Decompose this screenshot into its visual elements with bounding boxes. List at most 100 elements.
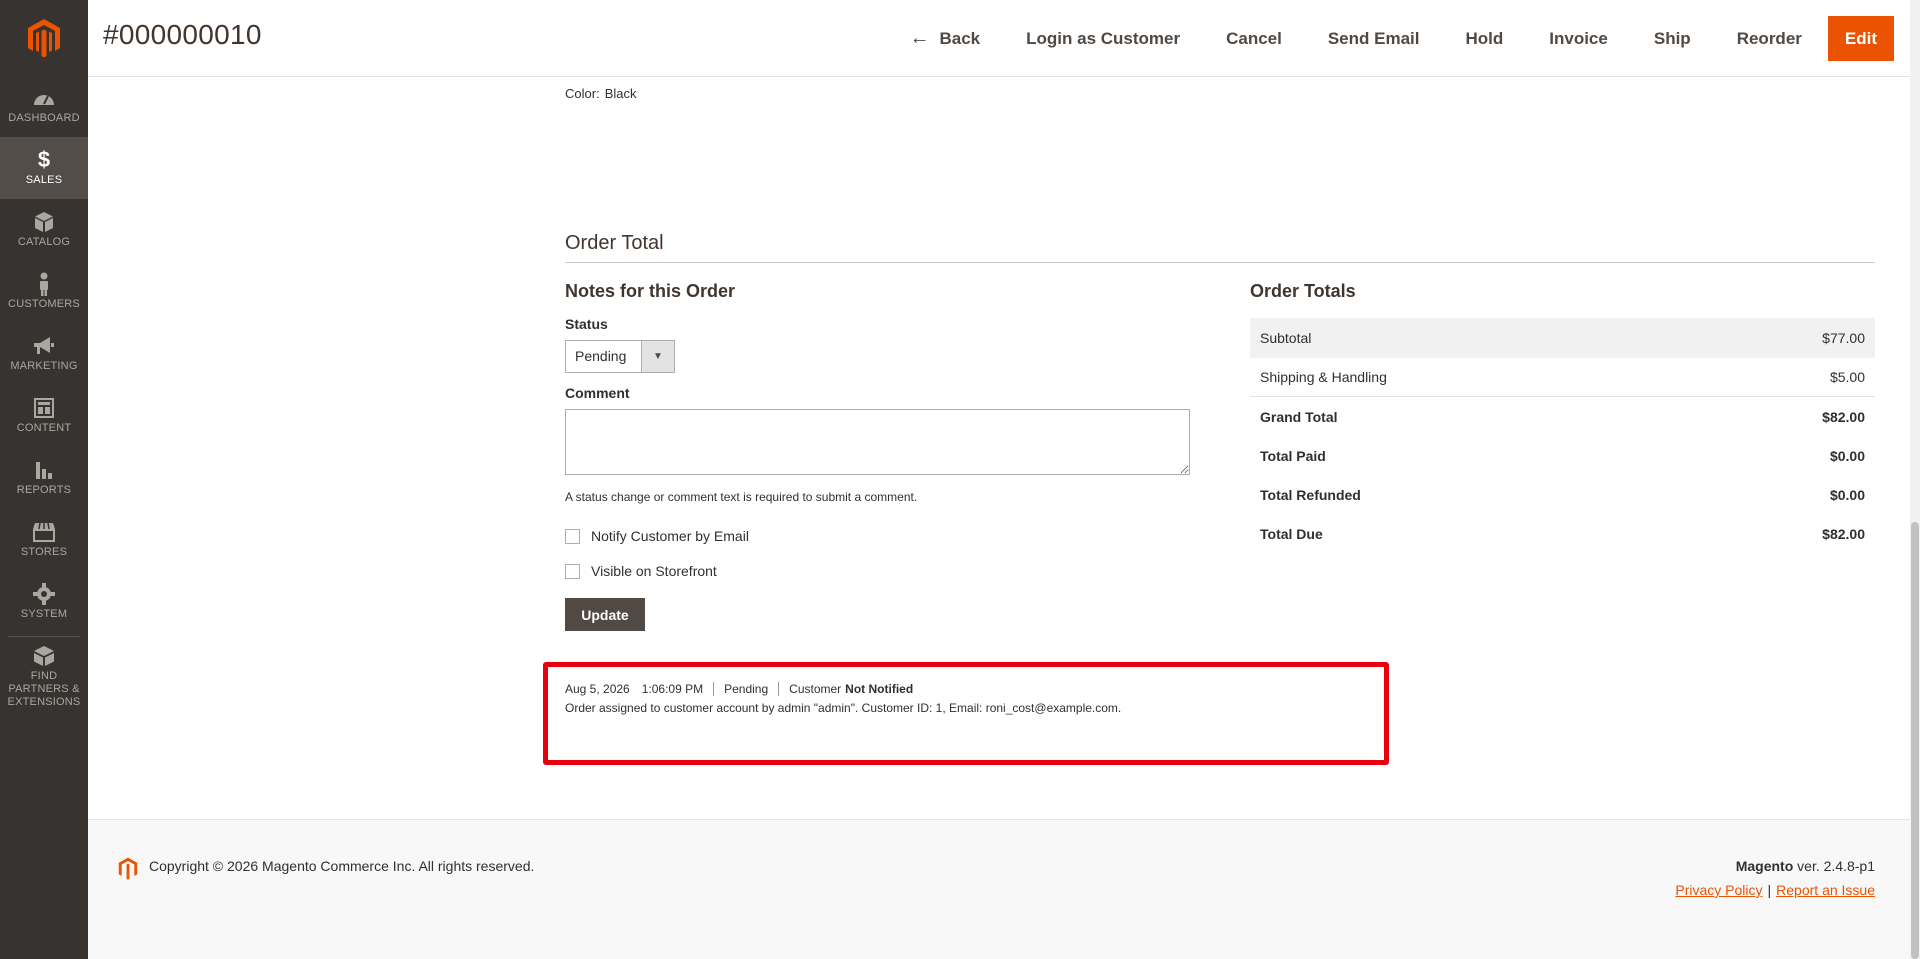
history-time: 1:06:09 PM (641, 682, 704, 696)
history-date: Aug 5, 2026 (565, 682, 630, 696)
version-brand: Magento (1735, 858, 1794, 874)
page-footer: Copyright © 2026 Magento Commerce Inc. A… (88, 819, 1910, 959)
footer-links: Privacy Policy | Report an Issue (1675, 882, 1875, 898)
sidebar-item-system[interactable]: SYSTEM (0, 571, 88, 633)
visible-on-storefront-row: Visible on Storefront (565, 563, 717, 579)
history-entry-meta: Aug 5, 2026 1:06:09 PM Pending Customer … (565, 682, 913, 696)
page-scrollbar[interactable] (1910, 0, 1920, 959)
magento-version: Magento ver. 2.4.8-p1 (1736, 858, 1875, 874)
login-as-customer-button[interactable]: Login as Customer (1003, 16, 1203, 61)
totals-row-value: $0.00 (1829, 447, 1865, 464)
cancel-button[interactable]: Cancel (1203, 16, 1305, 61)
box-icon (34, 211, 54, 233)
magento-logo-icon[interactable] (0, 0, 88, 75)
totals-row-label: Subtotal (1260, 330, 1312, 346)
footer-separator: | (1767, 882, 1772, 898)
totals-row-value: $82.00 (1822, 408, 1865, 425)
admin-sidebar: DASHBOARD $ SALES CATALOG CUSTOMERS MARK… (0, 0, 88, 959)
totals-row-label: Grand Total (1260, 408, 1338, 425)
magento-footer-logo-icon (118, 857, 138, 885)
dollar-icon: $ (37, 147, 51, 172)
storefront-icon (32, 521, 56, 543)
edit-button[interactable]: Edit (1827, 16, 1894, 61)
page-actions-toolbar: ← Back Login as Customer Cancel Send Emai… (886, 16, 1894, 61)
sidebar-item-find-partners[interactable]: FIND PARTNERS & EXTENSIONS (0, 641, 88, 713)
totals-row-value: $77.00 (1822, 330, 1865, 346)
totals-row-label: Total Paid (1260, 447, 1326, 464)
notify-customer-row: Notify Customer by Email (565, 528, 749, 544)
sidebar-item-customers[interactable]: CUSTOMERS (0, 261, 88, 323)
history-customer-label: Customer (789, 682, 842, 696)
notify-customer-label[interactable]: Notify Customer by Email (591, 528, 749, 544)
history-notified-status: Not Notified (845, 682, 914, 696)
update-button[interactable]: Update (565, 598, 645, 631)
page-title: #000000010 (103, 19, 262, 50)
notify-customer-checkbox[interactable] (565, 528, 580, 544)
notes-title: Notes for this Order (565, 281, 736, 301)
status-select-value: Pending (575, 348, 627, 364)
divider (778, 682, 780, 696)
arrow-left-icon: ← (909, 27, 930, 49)
divider (713, 682, 715, 696)
sidebar-item-stores[interactable]: STORES (0, 509, 88, 571)
ship-button[interactable]: Ship (1631, 16, 1714, 61)
totals-row-subtotal: Subtotal $77.00 (1250, 318, 1875, 358)
sidebar-item-label: FIND PARTNERS & EXTENSIONS (7, 670, 81, 708)
sidebar-item-label: SYSTEM (20, 608, 68, 620)
status-label: Status (565, 316, 608, 332)
bar-chart-icon (34, 459, 54, 481)
totals-row-total-due: Total Due $82.00 (1250, 514, 1875, 553)
order-total-section-title: Order Total (565, 232, 1875, 263)
sidebar-item-marketing[interactable]: MARKETING (0, 323, 88, 385)
sidebar-item-label: CONTENT (16, 422, 72, 434)
item-option-label: Color: (565, 86, 600, 101)
sidebar-item-label: CUSTOMERS (8, 298, 80, 310)
dashboard-gauge-icon (32, 87, 56, 109)
sidebar-item-sales[interactable]: $ SALES (0, 137, 88, 199)
page-header: #000000010 ← Back Login as Customer Cance… (88, 0, 1910, 77)
sidebar-item-label: REPORTS (16, 484, 72, 496)
caret-down-icon: ▼ (641, 341, 674, 372)
totals-row-label: Shipping & Handling (1260, 369, 1387, 385)
gear-icon (33, 583, 55, 605)
sidebar-item-label: STORES (20, 546, 68, 558)
sidebar-item-dashboard[interactable]: DASHBOARD (0, 75, 88, 137)
scrollbar-thumb[interactable] (1911, 522, 1919, 959)
version-number: ver. 2.4.8-p1 (1797, 858, 1875, 874)
invoice-button[interactable]: Invoice (1526, 16, 1631, 61)
person-icon (37, 272, 51, 296)
visible-on-storefront-label[interactable]: Visible on Storefront (591, 563, 717, 579)
item-option-color: Color: Black (565, 86, 636, 101)
send-email-button[interactable]: Send Email (1305, 16, 1443, 61)
sidebar-divider (8, 636, 80, 637)
megaphone-icon (32, 335, 56, 357)
history-comment: Order assigned to customer account by ad… (565, 701, 1122, 715)
blocks-icon (33, 645, 55, 667)
totals-row-value: $0.00 (1829, 486, 1865, 503)
copyright-text: Copyright © 2026 Magento Commerce Inc. A… (149, 858, 535, 874)
back-button[interactable]: ← Back (886, 16, 1003, 61)
totals-row-grand-total: Grand Total $82.00 (1250, 397, 1875, 436)
privacy-policy-link[interactable]: Privacy Policy (1675, 882, 1762, 898)
order-totals-table: Subtotal $77.00 Shipping & Handling $5.0… (1250, 318, 1875, 553)
report-issue-link[interactable]: Report an Issue (1776, 882, 1875, 898)
comment-textarea[interactable] (565, 409, 1190, 475)
sidebar-item-reports[interactable]: REPORTS (0, 447, 88, 509)
status-select[interactable]: Pending ▼ (565, 340, 675, 373)
order-totals-title: Order Totals (1250, 281, 1356, 301)
totals-row-value: $5.00 (1829, 369, 1865, 385)
sidebar-item-label: DASHBOARD (8, 112, 80, 124)
sidebar-item-content[interactable]: CONTENT (0, 385, 88, 447)
reorder-button[interactable]: Reorder (1714, 16, 1825, 61)
totals-row-value: $82.00 (1822, 525, 1865, 542)
comment-label: Comment (565, 385, 630, 401)
totals-row-total-refunded: Total Refunded $0.00 (1250, 475, 1875, 514)
hold-button[interactable]: Hold (1442, 16, 1526, 61)
sidebar-item-label: MARKETING (10, 360, 78, 372)
history-status: Pending (724, 682, 769, 696)
visible-on-storefront-checkbox[interactable] (565, 563, 580, 579)
back-button-label: Back (939, 29, 981, 48)
sidebar-item-label: SALES (25, 174, 63, 186)
totals-row-label: Total Due (1260, 525, 1323, 542)
sidebar-item-catalog[interactable]: CATALOG (0, 199, 88, 261)
